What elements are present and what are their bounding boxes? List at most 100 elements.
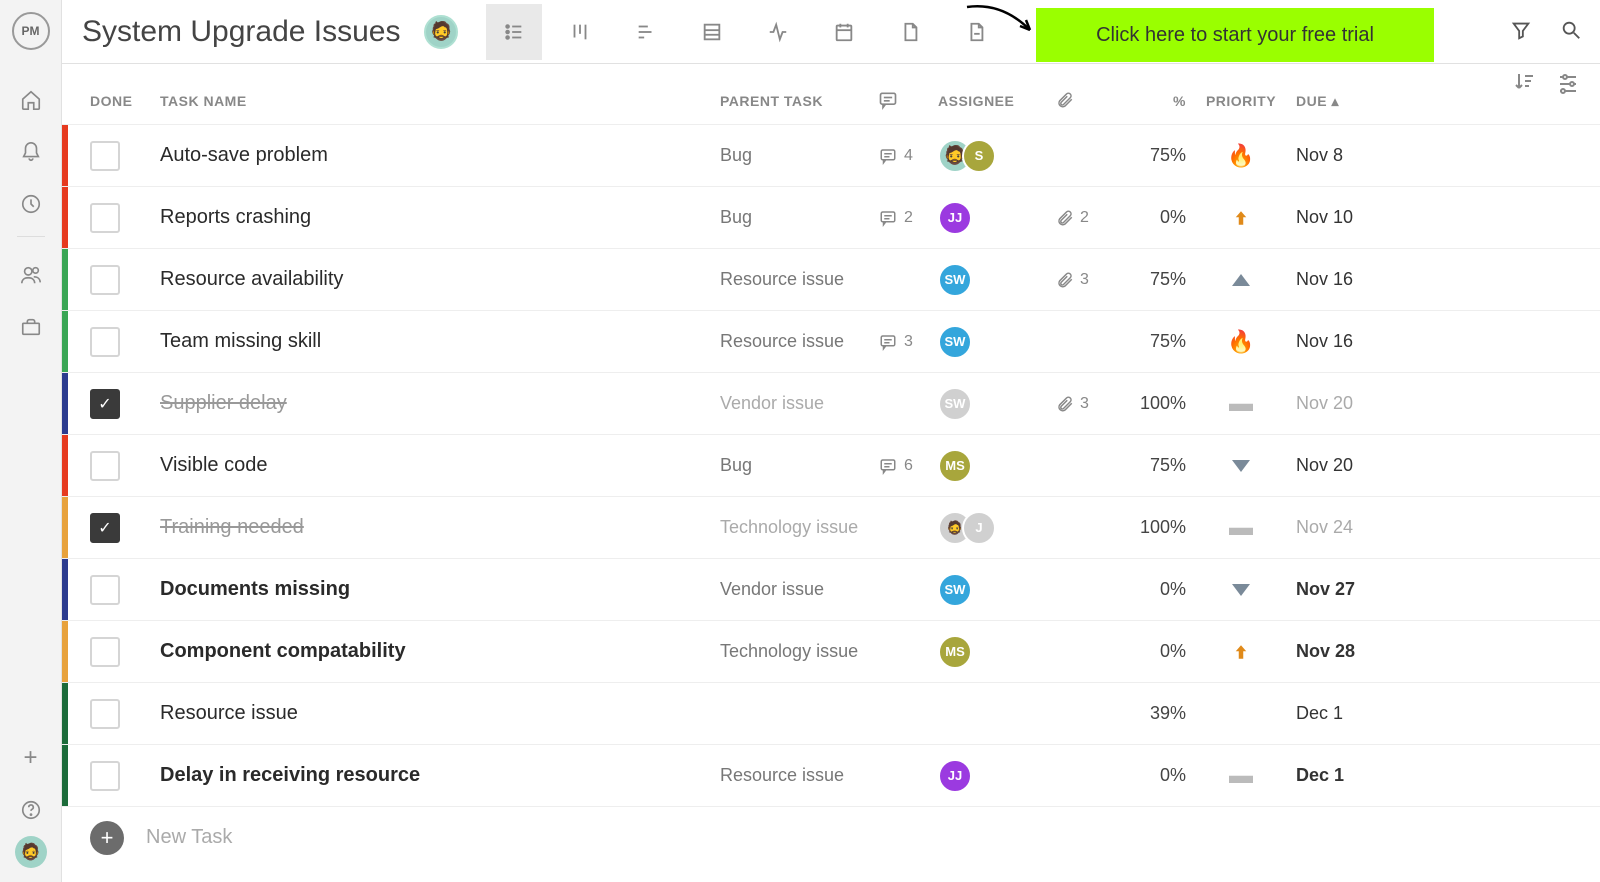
search-icon[interactable]: [1560, 19, 1582, 46]
done-checkbox[interactable]: ✓: [90, 389, 120, 419]
view-board-icon[interactable]: [552, 4, 608, 60]
assignees[interactable]: JJ: [938, 759, 1056, 793]
assignee-avatar[interactable]: SW: [938, 573, 972, 607]
done-checkbox[interactable]: [90, 265, 120, 295]
header-attach-icon[interactable]: [1056, 91, 1108, 112]
assignees[interactable]: SW: [938, 387, 1056, 421]
assignee-avatar[interactable]: JJ: [938, 201, 972, 235]
due-date[interactable]: Nov 24: [1296, 517, 1353, 537]
nav-team-icon[interactable]: [11, 255, 51, 295]
due-date[interactable]: Dec 1: [1296, 765, 1344, 785]
priority[interactable]: [1186, 643, 1296, 661]
percent-complete[interactable]: 0%: [1160, 207, 1186, 227]
task-name[interactable]: Visible code: [160, 454, 267, 476]
header-assignee[interactable]: ASSIGNEE: [938, 93, 1056, 109]
task-row[interactable]: Resource issue 39% Dec 1: [62, 682, 1600, 744]
header-comments-icon[interactable]: [878, 90, 938, 113]
assignees[interactable]: SW: [938, 573, 1056, 607]
view-list-icon[interactable]: [486, 4, 542, 60]
parent-task[interactable]: Vendor issue: [720, 579, 824, 599]
header-due[interactable]: DUE ▴: [1296, 93, 1406, 110]
parent-task[interactable]: Technology issue: [720, 641, 858, 661]
percent-complete[interactable]: 75%: [1150, 269, 1186, 289]
priority[interactable]: 🔥: [1186, 329, 1296, 355]
task-name[interactable]: Resource availability: [160, 268, 343, 290]
task-name[interactable]: Auto-save problem: [160, 144, 328, 166]
comments-count[interactable]: 2: [878, 209, 938, 227]
task-row[interactable]: Visible code Bug 6 MS 75% Nov 20: [62, 434, 1600, 496]
task-row[interactable]: ✓ Supplier delay Vendor issue SW 3 100% …: [62, 372, 1600, 434]
view-table-icon[interactable]: [684, 4, 740, 60]
priority[interactable]: [1186, 584, 1296, 596]
done-checkbox[interactable]: [90, 637, 120, 667]
project-owner-avatar[interactable]: 🧔: [424, 15, 458, 49]
task-name[interactable]: Resource issue: [160, 702, 298, 724]
parent-task[interactable]: Resource issue: [720, 331, 844, 351]
percent-complete[interactable]: 75%: [1150, 145, 1186, 165]
assignees[interactable]: 🧔S: [938, 139, 1056, 173]
assignees[interactable]: SW: [938, 325, 1056, 359]
due-date[interactable]: Nov 20: [1296, 455, 1353, 475]
percent-complete[interactable]: 0%: [1160, 765, 1186, 785]
task-name[interactable]: Supplier delay: [160, 392, 287, 414]
nav-briefcase-icon[interactable]: [11, 307, 51, 347]
due-date[interactable]: Nov 10: [1296, 207, 1353, 227]
user-avatar[interactable]: 🧔: [15, 836, 47, 868]
view-activity-icon[interactable]: [750, 4, 806, 60]
due-date[interactable]: Nov 28: [1296, 641, 1355, 661]
parent-task[interactable]: Bug: [720, 207, 752, 227]
percent-complete[interactable]: 100%: [1140, 393, 1186, 413]
assignees[interactable]: SW: [938, 263, 1056, 297]
due-date[interactable]: Nov 27: [1296, 579, 1355, 599]
task-row[interactable]: Delay in receiving resource Resource iss…: [62, 744, 1600, 806]
task-row[interactable]: Resource availability Resource issue SW …: [62, 248, 1600, 310]
view-file2-icon[interactable]: [948, 4, 1004, 60]
attachments-count[interactable]: 3: [1056, 271, 1108, 289]
brand-logo[interactable]: PM: [12, 12, 50, 50]
parent-task[interactable]: Vendor issue: [720, 393, 824, 413]
header-done[interactable]: DONE: [90, 93, 160, 109]
priority[interactable]: 🔥: [1186, 143, 1296, 169]
task-name[interactable]: Training needed: [160, 516, 304, 538]
comments-count[interactable]: 3: [878, 333, 938, 351]
parent-task[interactable]: Technology issue: [720, 517, 858, 537]
done-checkbox[interactable]: [90, 203, 120, 233]
nav-help-icon[interactable]: [11, 790, 51, 830]
done-checkbox[interactable]: [90, 327, 120, 357]
task-row[interactable]: Documents missing Vendor issue SW 0% Nov…: [62, 558, 1600, 620]
priority[interactable]: [1186, 460, 1296, 472]
parent-task[interactable]: Resource issue: [720, 765, 844, 785]
percent-complete[interactable]: 75%: [1150, 331, 1186, 351]
done-checkbox[interactable]: [90, 575, 120, 605]
due-date[interactable]: Dec 1: [1296, 703, 1343, 723]
done-checkbox[interactable]: [90, 699, 120, 729]
nav-bell-icon[interactable]: [11, 132, 51, 172]
assignee-avatar[interactable]: MS: [938, 635, 972, 669]
done-checkbox[interactable]: [90, 451, 120, 481]
task-row[interactable]: Component compatability Technology issue…: [62, 620, 1600, 682]
header-percent[interactable]: %: [1108, 93, 1186, 109]
parent-task[interactable]: Resource issue: [720, 269, 844, 289]
assignees[interactable]: MS: [938, 449, 1056, 483]
filter-icon[interactable]: [1510, 19, 1532, 46]
percent-complete[interactable]: 100%: [1140, 517, 1186, 537]
view-calendar-icon[interactable]: [816, 4, 872, 60]
nav-home-icon[interactable]: [11, 80, 51, 120]
assignees[interactable]: 🧔J: [938, 511, 1056, 545]
task-row[interactable]: Auto-save problem Bug 4 🧔S 75% 🔥 Nov 8: [62, 124, 1600, 186]
percent-complete[interactable]: 75%: [1150, 455, 1186, 475]
assignee-avatar[interactable]: JJ: [938, 759, 972, 793]
task-name[interactable]: Component compatability: [160, 640, 406, 662]
task-name[interactable]: Documents missing: [160, 578, 350, 600]
due-date[interactable]: Nov 16: [1296, 331, 1353, 351]
percent-complete[interactable]: 39%: [1150, 703, 1186, 723]
parent-task[interactable]: Bug: [720, 145, 752, 165]
assignees[interactable]: MS: [938, 635, 1056, 669]
new-task-row[interactable]: +New Task: [62, 806, 1600, 868]
due-date[interactable]: Nov 8: [1296, 145, 1343, 165]
view-file-icon[interactable]: [882, 4, 938, 60]
parent-task[interactable]: Bug: [720, 455, 752, 475]
header-priority[interactable]: PRIORITY: [1186, 93, 1296, 109]
done-checkbox[interactable]: [90, 761, 120, 791]
due-date[interactable]: Nov 16: [1296, 269, 1353, 289]
